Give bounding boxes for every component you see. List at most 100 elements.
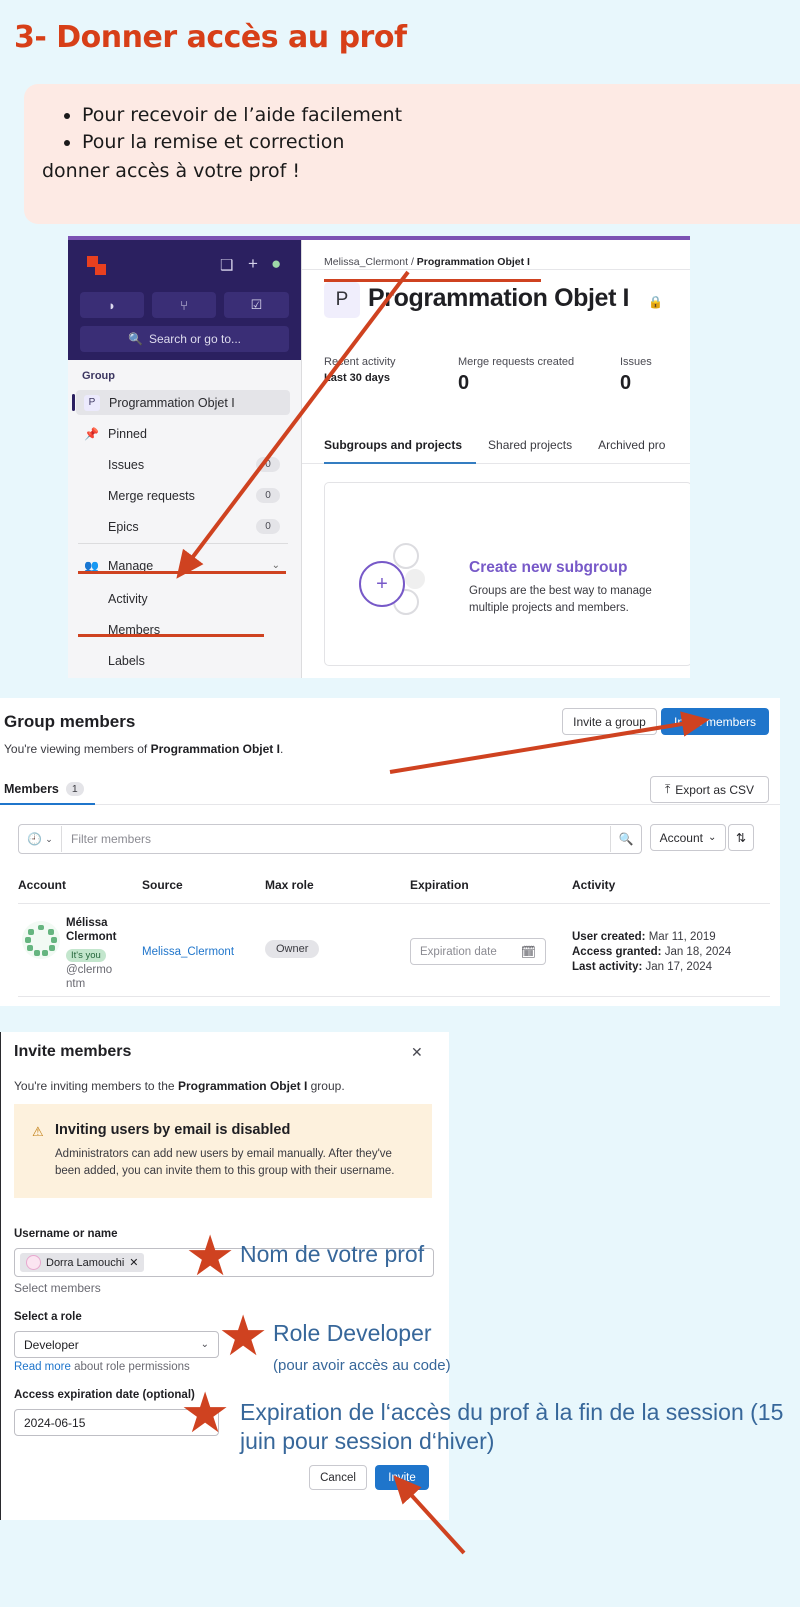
group-members-subtitle: You're viewing members of Programmation … <box>4 742 283 756</box>
warning-icon: ⚠ <box>32 1124 44 1139</box>
search-icon[interactable]: 🔍 <box>610 826 641 852</box>
tab-subgroups-and-projects[interactable]: Subgroups and projects <box>324 438 462 452</box>
activity-access-granted: Access granted: Jan 18, 2024 <box>572 946 731 958</box>
role-permissions-help: Read more about role permissions <box>14 1361 190 1373</box>
group-tabs: Subgroups and projects Shared projects A… <box>324 438 665 452</box>
breadcrumb: Melissa_Clermont / Programmation Objet I <box>324 256 530 268</box>
sidebar-item-label: Programmation Objet I <box>109 395 235 410</box>
alert-body: Administrators can add new users by emai… <box>55 1148 395 1178</box>
sidebar-header: ❑ + ● ◗ ⑂ ☑ 🔍 Search or go to... <box>68 240 301 360</box>
sidebar-toggle-icon[interactable]: ❑ <box>220 256 233 274</box>
invite-members-button[interactable]: Invite members <box>661 708 769 735</box>
gitlab-logo-icon[interactable] <box>87 256 107 276</box>
underline-breadcrumb <box>324 279 541 282</box>
filter-members-input[interactable]: Filter members <box>62 832 610 846</box>
group-title: Programmation Objet I <box>368 284 630 312</box>
group-avatar: P <box>324 282 360 318</box>
identicon-avatar <box>22 921 60 959</box>
search-placeholder: Search or go to... <box>148 332 241 346</box>
sidebar-item-label: Epics <box>108 519 139 534</box>
merge-request-icon[interactable]: ⑂ <box>152 292 216 318</box>
sidebar-item-label: Pinned <box>108 426 147 441</box>
search-input[interactable]: 🔍 Search or go to... <box>80 326 289 352</box>
group-members-title: Group members <box>4 712 136 731</box>
tab-archived-projects[interactable]: Archived pro <box>598 438 665 452</box>
stat-value-recent-activity: Last 30 days <box>324 372 391 384</box>
breadcrumb-owner[interactable]: Melissa_Clermont <box>324 256 408 268</box>
column-header-source: Source <box>142 878 183 892</box>
alert-title: Inviting users by email is disabled <box>55 1122 291 1138</box>
subtitle-group-name: Programmation Objet I <box>150 742 280 756</box>
star-icon: ★ <box>180 1381 231 1444</box>
sidebar-item-label: Labels <box>108 653 145 668</box>
breadcrumb-divider <box>302 269 690 270</box>
member-handle: @clermontm <box>66 964 113 991</box>
column-header-expiration: Expiration <box>410 878 469 892</box>
activity-label: User created: <box>572 931 646 943</box>
cancel-button[interactable]: Cancel <box>309 1465 367 1490</box>
create-subgroup-card[interactable]: + Create new subgroup Groups are the bes… <box>324 482 690 666</box>
tab-members[interactable]: Members 1 <box>4 782 84 796</box>
list-item: Pour recevoir de l’aide facilement <box>82 102 800 129</box>
intro-bullet-list: Pour recevoir de l’aide facilement Pour … <box>24 84 800 156</box>
token-avatar-icon <box>26 1255 41 1270</box>
sidebar-item-labels[interactable]: Labels <box>76 648 290 673</box>
avatar-icon[interactable]: ● <box>271 254 281 274</box>
filter-members-bar[interactable]: 🕘 ⌄ Filter members 🔍 <box>18 824 642 854</box>
close-icon[interactable]: ✕ <box>411 1044 423 1061</box>
history-icon[interactable]: 🕘 ⌄ <box>19 826 62 852</box>
gitlab-sidebar: ❑ + ● ◗ ⑂ ☑ 🔍 Search or go to... Group P… <box>68 240 302 678</box>
close-icon[interactable]: ✕ <box>129 1256 138 1269</box>
column-header-account: Account <box>18 878 66 892</box>
sidebar-item-issues[interactable]: Issues 0 <box>76 452 290 477</box>
breadcrumb-current[interactable]: Programmation Objet I <box>417 256 530 268</box>
star-icon: ★ <box>218 1304 269 1367</box>
export-as-csv-button[interactable]: ⤒ Export as CSV <box>650 776 769 803</box>
todo-icon[interactable]: ☑ <box>224 292 289 318</box>
sidebar-item-activity[interactable]: Activity <box>76 586 290 611</box>
selected-member-token[interactable]: Dorra Lamouchi ✕ <box>20 1253 145 1272</box>
sidebar-item-label: Merge requests <box>108 488 195 503</box>
modal-subtitle: You're inviting members to the Programma… <box>14 1079 345 1093</box>
sort-ascending-icon[interactable]: ⇅ <box>728 824 754 851</box>
chevron-down-icon[interactable]: ⌄ <box>272 560 280 571</box>
sidebar-item-programmation-objet-i[interactable]: P Programmation Objet I <box>72 390 290 415</box>
plus-icon[interactable]: + <box>248 254 258 274</box>
list-item: Pour la remise et correction <box>82 129 800 156</box>
member-name: Mélissa Clermont <box>66 917 117 944</box>
calendar-icon[interactable]: 🗓 <box>521 945 536 959</box>
sidebar-item-label: Issues <box>108 457 145 472</box>
activity-last-activity: Last activity: Jan 17, 2024 <box>572 961 712 973</box>
create-subgroup-link[interactable]: Create new subgroup <box>469 559 627 577</box>
intro-tail-text: donner accès à votre prof ! <box>42 159 301 182</box>
read-more-link[interactable]: Read more <box>14 1361 71 1373</box>
sidebar-item-merge-requests[interactable]: Merge requests 0 <box>76 483 290 508</box>
members-count-badge: 1 <box>65 782 84 796</box>
expiration-date-input[interactable]: Expiration date 🗓 <box>410 938 546 965</box>
underline-members <box>78 634 264 637</box>
sidebar-item-manage[interactable]: 👥 Manage ⌄ <box>76 553 290 578</box>
invite-a-group-button[interactable]: Invite a group <box>562 708 657 735</box>
members-tab-underline <box>0 803 95 805</box>
sidebar-item-pinned[interactable]: 📌 Pinned <box>76 421 290 446</box>
expiration-placeholder: Expiration date <box>420 945 497 958</box>
invite-button[interactable]: Invite <box>375 1465 429 1490</box>
member-source-link[interactable]: Melissa_Clermont <box>142 946 234 958</box>
tab-shared-projects[interactable]: Shared projects <box>488 438 572 452</box>
tab-active-underline <box>324 462 476 464</box>
sidebar-item-label: Activity <box>108 591 148 606</box>
role-select[interactable]: Developer ⌄ <box>14 1331 219 1358</box>
sidebar-item-members[interactable]: Members <box>76 617 290 642</box>
sidebar-item-epics[interactable]: Epics 0 <box>76 514 290 539</box>
stat-value-merge-requests: 0 <box>458 372 470 394</box>
username-field-label: Username or name <box>14 1228 118 1240</box>
sort-by-account-dropdown[interactable]: Account ⌄ <box>650 824 726 851</box>
activity-label: Access granted: <box>572 946 662 958</box>
plus-icon: + <box>359 561 405 607</box>
sidebar-divider <box>78 543 288 544</box>
select-members-hint: Select members <box>14 1281 101 1295</box>
max-role-badge: Owner <box>265 940 320 958</box>
issues-icon[interactable]: ◗ <box>80 292 144 318</box>
chevron-down-icon: ⌄ <box>707 832 717 843</box>
create-subgroup-description: Groups are the best way to manage multip… <box>469 585 652 614</box>
